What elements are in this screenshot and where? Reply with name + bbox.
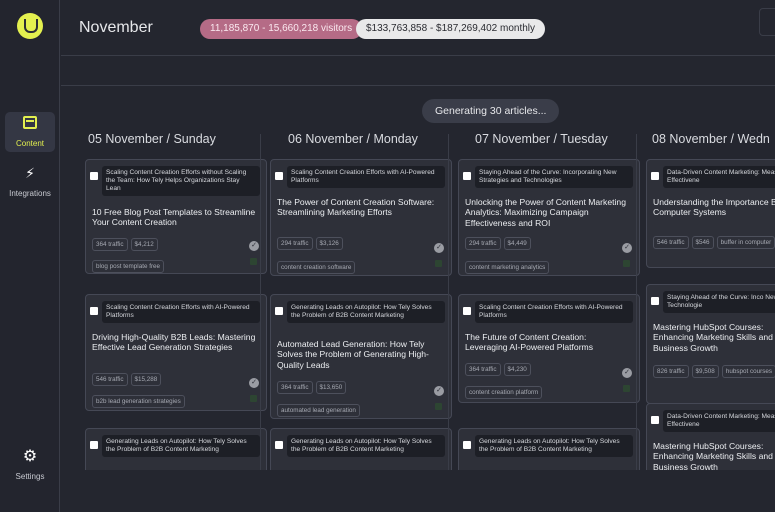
article-card[interactable]: Data-Driven Content Marketing: Measuring… bbox=[646, 159, 775, 268]
article-title: Driving High-Quality B2B Leads: Masterin… bbox=[92, 332, 256, 353]
header-action-button[interactable] bbox=[759, 8, 775, 36]
select-checkbox[interactable] bbox=[90, 441, 98, 449]
monthly-value-badge: $133,763,858 - $187,269,402 monthly bbox=[356, 19, 546, 39]
day-column: 06 November / Monday Scaling Content Cre… bbox=[236, 130, 452, 470]
article-title: Unlocking the Power of Content Marketing… bbox=[465, 197, 626, 228]
value-chip: $546 bbox=[691, 236, 714, 249]
value-chip: $15,288 bbox=[130, 373, 162, 386]
sidebar-item-label: Content bbox=[15, 139, 45, 148]
sidebar: Content ⚡ Integrations ⚙ Settings bbox=[0, 0, 60, 512]
source-reference: Staying Ahead of the Curve: Incorporatin… bbox=[475, 166, 633, 188]
day-column: 05 November / Sunday Scaling Content Cre… bbox=[61, 130, 267, 470]
source-reference: Generating Leads on Autopilot: How Tely … bbox=[475, 435, 633, 457]
keyword-chip: content creation software bbox=[277, 261, 356, 274]
source-reference: Scaling Content Creation Efforts with AI… bbox=[475, 301, 633, 323]
select-checkbox[interactable] bbox=[275, 307, 283, 315]
day-column: 07 November / Tuesday Staying Ahead of t… bbox=[424, 130, 640, 470]
day-column: 08 November / Wedn Data-Driven Content M… bbox=[612, 130, 775, 470]
traffic-chip: 294 traffic bbox=[277, 237, 313, 250]
value-chip: $4,230 bbox=[503, 363, 531, 376]
source-reference: Data-Driven Content Marketing: Measuring… bbox=[663, 410, 775, 432]
day-column-title: 07 November / Tuesday bbox=[475, 132, 608, 146]
value-chip: $13,650 bbox=[315, 381, 347, 394]
select-checkbox[interactable] bbox=[90, 307, 98, 315]
select-checkbox[interactable] bbox=[463, 441, 471, 449]
value-chip: $9,508 bbox=[691, 365, 719, 378]
traffic-chip: 364 traffic bbox=[465, 363, 501, 376]
day-column-title: 08 November / Wedn bbox=[652, 132, 770, 146]
keyword-chip: blog post template free bbox=[92, 260, 165, 273]
keyword-chip: buffer in computer bbox=[716, 236, 775, 249]
toolbar-strip bbox=[61, 56, 775, 86]
traffic-chip: 546 traffic bbox=[92, 373, 128, 386]
article-title: Automated Lead Generation: How Tely Solv… bbox=[277, 339, 429, 370]
source-reference: Scaling Content Creation Efforts with AI… bbox=[287, 166, 445, 188]
source-reference: Generating Leads on Autopilot: How Tely … bbox=[287, 301, 445, 323]
sidebar-item-content[interactable]: Content bbox=[5, 112, 55, 152]
keyword-chip: content creation platform bbox=[465, 386, 543, 399]
article-title: The Power of Content Creation Software: … bbox=[277, 197, 435, 218]
value-chip: $4,212 bbox=[130, 238, 158, 251]
select-checkbox[interactable] bbox=[275, 441, 283, 449]
source-reference: Data-Driven Content Marketing: Measuring… bbox=[663, 166, 775, 188]
value-chip: $3,126 bbox=[315, 237, 343, 250]
value-chip: $4,449 bbox=[503, 237, 531, 250]
sidebar-item-label: Integrations bbox=[9, 189, 51, 198]
select-checkbox[interactable] bbox=[90, 172, 98, 180]
keyword-chip: hubspot courses bbox=[721, 365, 775, 378]
footer-area bbox=[61, 470, 775, 512]
source-reference: Generating Leads on Autopilot: How Tely … bbox=[287, 435, 445, 457]
traffic-chip: 546 traffic bbox=[653, 236, 689, 249]
traffic-chip: 826 traffic bbox=[653, 365, 689, 378]
visitors-badge: 11,185,870 - 15,660,218 visitors bbox=[200, 19, 363, 39]
header: November 11,185,870 - 15,660,218 visitor… bbox=[61, 0, 775, 56]
page-title: November bbox=[79, 19, 153, 36]
day-column-title: 05 November / Sunday bbox=[88, 132, 216, 146]
sidebar-item-settings[interactable]: ⚙ Settings bbox=[5, 445, 55, 485]
article-title: Understanding the Importance Buffer in C… bbox=[653, 197, 775, 218]
tely-logo-icon[interactable] bbox=[17, 13, 43, 39]
article-card[interactable]: Staying Ahead of the Curve: Inco New Str… bbox=[646, 284, 775, 404]
article-title: Mastering HubSpot Courses: Enhancing Mar… bbox=[653, 441, 775, 470]
app-root: Content ⚡ Integrations ⚙ Settings Novemb… bbox=[0, 0, 775, 512]
keyword-chip: content marketing analytics bbox=[465, 261, 550, 274]
sidebar-item-label: Settings bbox=[15, 472, 45, 481]
select-checkbox[interactable] bbox=[463, 307, 471, 315]
calendar-icon bbox=[23, 116, 37, 129]
keyword-chip: automated lead generation bbox=[277, 404, 360, 417]
article-title: Mastering HubSpot Courses: Enhancing Mar… bbox=[653, 322, 775, 353]
article-title: The Future of Content Creation: Leveragi… bbox=[465, 332, 594, 353]
sidebar-item-integrations[interactable]: ⚡ Integrations bbox=[5, 162, 55, 202]
article-card[interactable]: Data-Driven Content Marketing: Measuring… bbox=[646, 403, 775, 470]
select-checkbox[interactable] bbox=[463, 172, 471, 180]
gear-icon: ⚙ bbox=[22, 448, 38, 465]
select-checkbox[interactable] bbox=[651, 172, 659, 180]
select-checkbox[interactable] bbox=[651, 416, 659, 424]
traffic-chip: 294 traffic bbox=[465, 237, 501, 250]
calendar-board: Generating 30 articles... 05 November / … bbox=[61, 86, 775, 470]
source-reference: Staying Ahead of the Curve: Inco New Str… bbox=[663, 291, 775, 313]
select-checkbox[interactable] bbox=[651, 297, 659, 305]
generating-status: Generating 30 articles... bbox=[422, 99, 560, 123]
article-title: 10 Free Blog Post Templates to Streamlin… bbox=[92, 207, 256, 228]
traffic-chip: 364 traffic bbox=[277, 381, 313, 394]
select-checkbox[interactable] bbox=[275, 172, 283, 180]
day-column-title: 06 November / Monday bbox=[288, 132, 418, 146]
keyword-chip: b2b lead generation strategies bbox=[92, 395, 185, 408]
bolt-icon: ⚡ bbox=[25, 165, 35, 181]
traffic-chip: 364 traffic bbox=[92, 238, 128, 251]
